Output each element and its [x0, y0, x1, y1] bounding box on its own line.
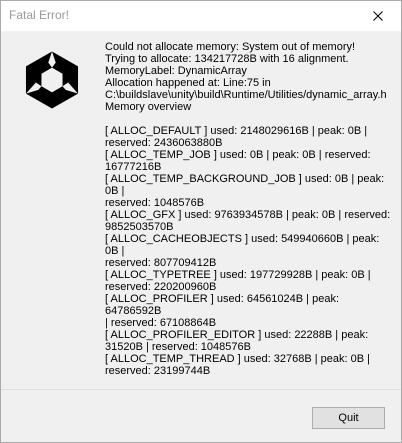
unity-logo-icon: [25, 51, 79, 109]
fatal-error-dialog: Fatal Error! Could not allocate memory: …: [0, 0, 402, 443]
quit-button[interactable]: Quit: [312, 407, 385, 429]
close-button[interactable]: [355, 1, 401, 31]
dialog-footer: Quit: [1, 389, 401, 442]
close-icon: [373, 11, 383, 21]
error-message: Could not allocate memory: System out of…: [105, 41, 391, 377]
window-title: Fatal Error!: [9, 8, 70, 22]
title-bar[interactable]: Fatal Error!: [1, 1, 401, 31]
